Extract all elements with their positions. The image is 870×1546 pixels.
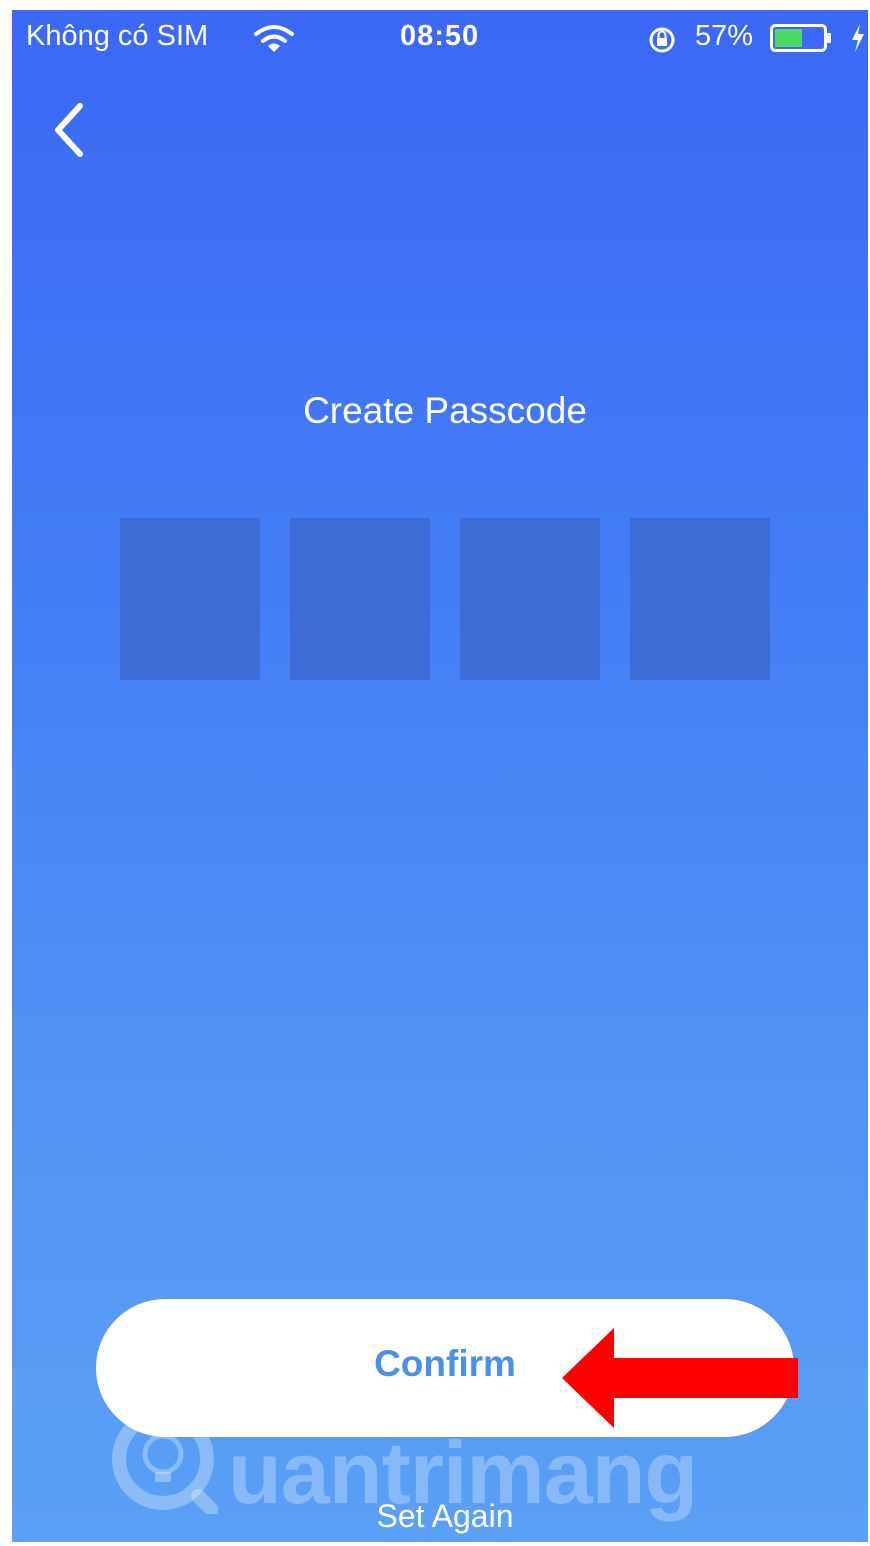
back-button[interactable] [46, 98, 94, 162]
clock: 08:50 [400, 20, 480, 52]
passcode-digit-box [290, 518, 430, 680]
watermark-logo: uantrimang [108, 1408, 828, 1522]
status-bar: Không có SIM 08:50 57% [12, 10, 868, 66]
battery-icon [770, 24, 832, 52]
page-title: Create Passcode [303, 390, 587, 431]
rotation-lock-icon [648, 26, 676, 59]
wifi-icon [254, 24, 294, 59]
chevron-left-icon [55, 103, 83, 157]
passcode-digit-box [630, 518, 770, 680]
carrier-label: Không có SIM [26, 20, 209, 52]
set-again-link[interactable]: Set Again [12, 1498, 868, 1535]
screenshot-frame: Không có SIM 08:50 57% Create Passcode C… [0, 0, 870, 1546]
battery-percent: 57% [695, 20, 754, 52]
passcode-screen: Không có SIM 08:50 57% Create Passcode C… [12, 10, 868, 1542]
passcode-digit-box [120, 518, 260, 680]
charging-bolt-icon [851, 24, 865, 57]
battery-fill [775, 29, 802, 47]
passcode-input[interactable] [120, 518, 770, 680]
passcode-digit-box [460, 518, 600, 680]
